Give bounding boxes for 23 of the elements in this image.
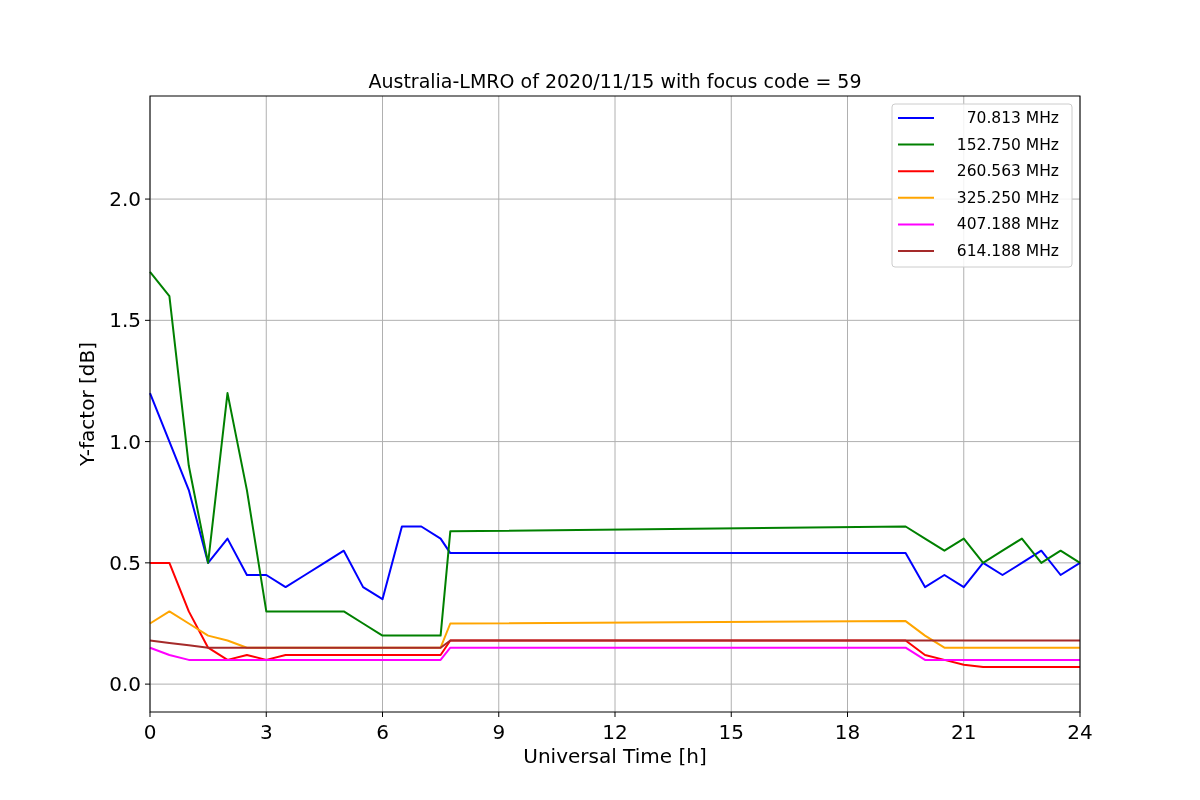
x-tick-label: 21: [951, 720, 977, 744]
y-tick-label: 0.0: [109, 672, 141, 697]
legend-label: 325.250 MHz: [956, 188, 1059, 207]
x-tick-label: 9: [492, 720, 506, 744]
y-tick-label: 2.0: [109, 187, 141, 212]
x-tick-label: 6: [376, 720, 389, 744]
legend-label: 614.188 MHz: [956, 242, 1059, 260]
legend-label: 70.813 MHz: [966, 109, 1059, 127]
legend-label: 407.188 MHz: [956, 215, 1059, 234]
x-tick-label: 24: [1067, 720, 1093, 744]
y-axis-label: Y-factor [dB]: [75, 342, 99, 466]
chart-title: Australia-LMRO of 2020/11/15 with focus code = 59: [368, 70, 862, 92]
legend-label: 260.563 MHz: [956, 162, 1059, 181]
y-tick-label: 0.5: [109, 550, 141, 575]
x-tick-label: 0: [143, 720, 157, 744]
legend-label: 152.750 MHz: [956, 135, 1059, 154]
x-tick-label: 12: [602, 720, 628, 744]
y-tick-label: 1.5: [109, 308, 141, 333]
x-tick-label: 15: [718, 720, 744, 744]
x-tick-label: 3: [259, 720, 273, 744]
x-axis-label: Universal Time [h]: [523, 744, 707, 768]
x-tick-label: 18: [834, 720, 861, 744]
y-tick-label: 1.0: [109, 429, 141, 454]
